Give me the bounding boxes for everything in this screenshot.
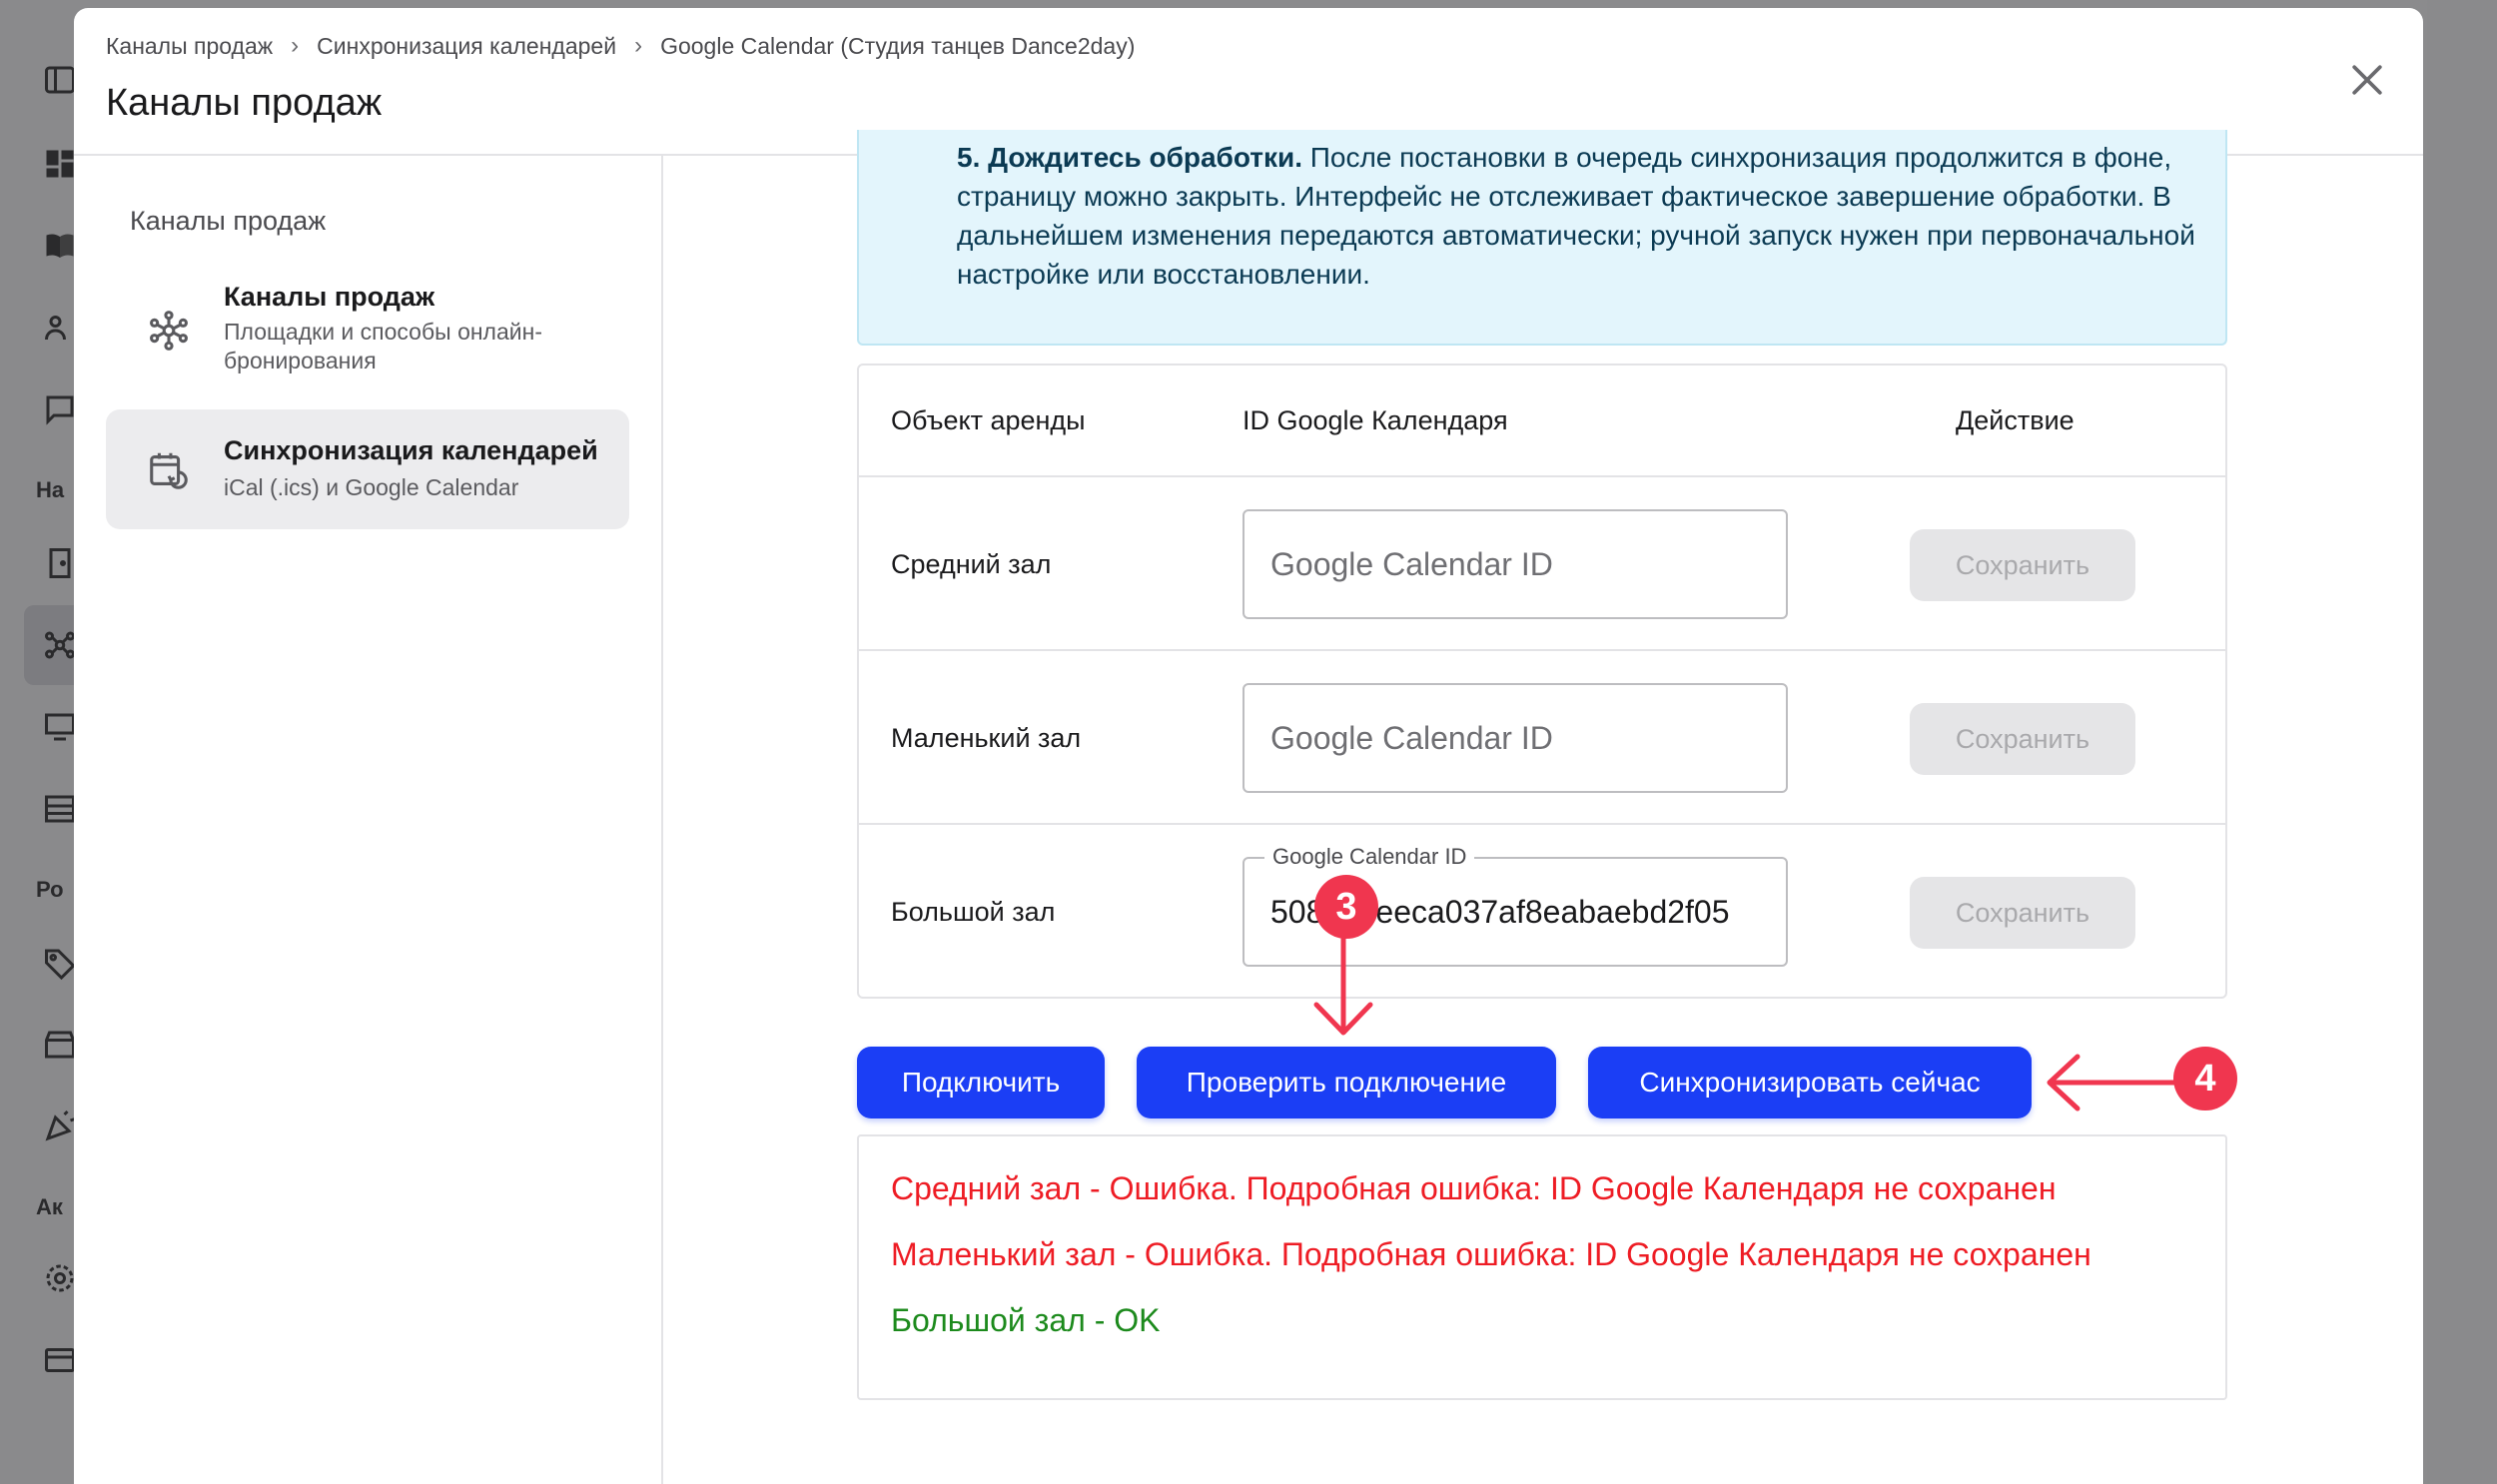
info-step-text: 5. Дождитесь обработки. После постановки… (957, 138, 2195, 294)
sidebar-item-calendar-sync[interactable]: Синхронизация календарей iCal (.ics) и G… (106, 409, 629, 529)
calendar-id-input-label: Google Calendar ID (1264, 843, 1475, 871)
layout-icon (42, 62, 78, 98)
monitor-icon (42, 709, 78, 745)
network-icon (42, 627, 78, 663)
row-divider (859, 823, 2225, 825)
row-divider (859, 475, 2225, 477)
info-alert: 5. Дождитесь обработки. После постановки… (857, 130, 2227, 346)
calendar-mapping-table: Объект аренды ID Google Календаря Действ… (857, 364, 2227, 999)
step-3-badge: 3 (1314, 875, 1378, 939)
check-connection-button[interactable]: Проверить подключение (1137, 1047, 1556, 1118)
sidebar-item-sales-channels[interactable]: Каналы продаж Площадки и способы онлайн-… (106, 270, 629, 389)
sidebar-divider (661, 156, 663, 1484)
book-icon (42, 228, 78, 264)
sync-results-panel: Средний зал - Ошибка. Подробная ошибка: … (857, 1134, 2227, 1400)
save-button-large-hall[interactable]: Сохранить (1910, 877, 2135, 949)
connect-button[interactable]: Подключить (857, 1047, 1105, 1118)
door-icon (42, 545, 78, 581)
sidebar-heading: Каналы продаж (130, 206, 327, 236)
sidebar-item-subtitle: Площадки и способы онлайн-бронирования (224, 319, 542, 373)
chevron-right-icon: › (291, 32, 300, 59)
store-icon (42, 1027, 78, 1063)
dashboard-icon (42, 146, 78, 182)
save-button-small-hall[interactable]: Сохранить (1910, 703, 2135, 775)
chevron-right-icon: › (634, 32, 643, 59)
breadcrumb-item-sales-channels[interactable]: Каналы продаж (106, 33, 273, 60)
result-medium-hall: Средний зал - Ошибка. Подробная ошибка: … (891, 1170, 2057, 1206)
calendar-id-input-small-hall[interactable]: Google Calendar ID (1243, 683, 1788, 793)
sidebar-item-title: Синхронизация календарей (224, 435, 598, 465)
result-large-hall: Большой зал - OK (891, 1302, 1161, 1338)
network-icon (146, 308, 192, 354)
party-icon (42, 1109, 78, 1144)
page-title: Каналы продаж (106, 82, 383, 124)
column-header-calendar-id: ID Google Календаря (1243, 405, 1508, 435)
rail-section-3: Ак (36, 1194, 63, 1219)
rail-section-1: На (36, 477, 65, 502)
column-header-object: Объект аренды (891, 405, 1086, 435)
info-step-title: 5. Дождитесь обработки. (957, 142, 1302, 173)
row-divider (859, 649, 2225, 651)
table-icon (42, 791, 78, 827)
sidebar-item-subtitle: iCal (.ics) и Google Calendar (224, 474, 519, 500)
breadcrumb-item-calendar-sync[interactable]: Синхронизация календарей (317, 33, 616, 60)
row-name-large-hall: Большой зал (891, 897, 1056, 927)
tag-icon (42, 945, 78, 981)
sync-now-button[interactable]: Синхронизировать сейчас (1588, 1047, 2032, 1118)
rail-section-2: Ро (36, 877, 64, 902)
sidebar-item-title: Каналы продаж (224, 282, 435, 312)
breadcrumb: Каналы продаж › Синхронизация календарей… (106, 30, 1135, 62)
gear-icon (42, 1260, 78, 1296)
close-icon[interactable] (2345, 58, 2389, 102)
annotation-arrow-left (2047, 1054, 2193, 1112)
column-header-action: Действие (1956, 405, 2075, 435)
calendar-id-input-medium-hall[interactable]: Google Calendar ID (1243, 509, 1788, 619)
breadcrumb-item-current: Google Calendar (Студия танцев Dance2day… (660, 32, 1136, 59)
background-nav-rail: На Ро Ак (0, 0, 80, 1484)
save-button-medium-hall[interactable]: Сохранить (1910, 529, 2135, 601)
step-4-badge: 4 (2173, 1047, 2237, 1111)
row-name-small-hall: Маленький зал (891, 723, 1082, 753)
users-icon (42, 310, 78, 346)
result-small-hall: Маленький зал - Ошибка. Подробная ошибка… (891, 1236, 2091, 1272)
background-right-edge (2427, 0, 2497, 1484)
card-icon (42, 1342, 78, 1378)
chat-icon (42, 391, 78, 427)
calendar-sync-icon (146, 447, 192, 493)
row-name-medium-hall: Средний зал (891, 549, 1052, 579)
calendar-id-value-end: eeca037af8eabaebd2f05 (1375, 893, 1730, 930)
